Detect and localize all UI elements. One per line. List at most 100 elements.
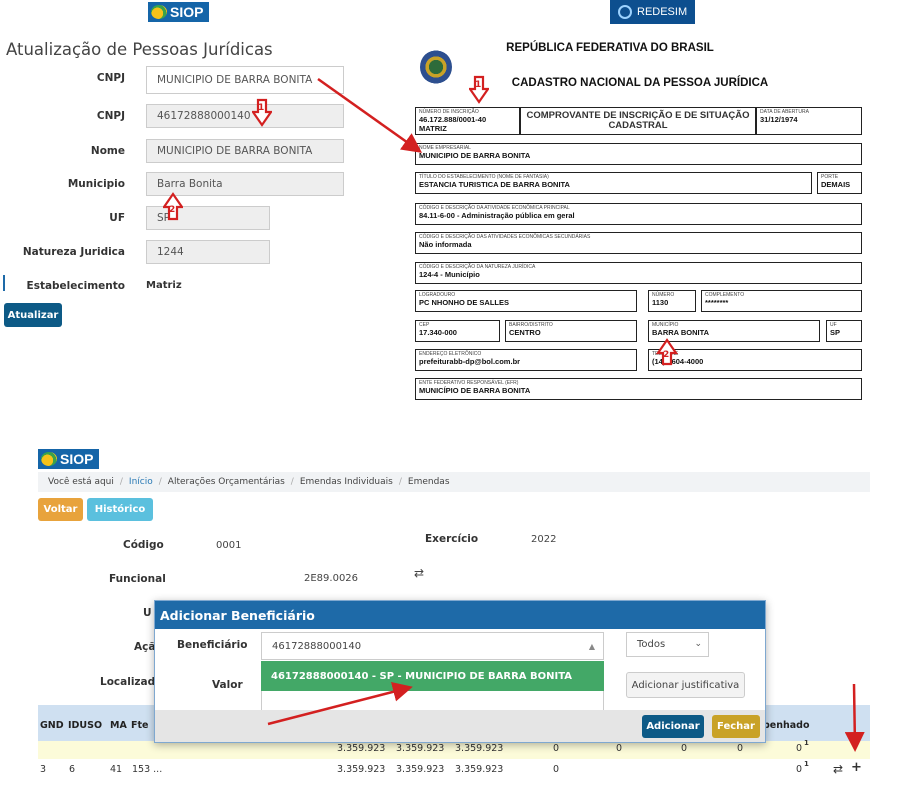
breadcrumb-emendas-individuais[interactable]: Emendas Individuais: [300, 477, 393, 487]
efr-value: MUNICÍPIO DE BARRA BONITA: [419, 386, 531, 395]
row1-v2: 3.359.923: [396, 743, 445, 754]
voltar-button[interactable]: Voltar: [38, 498, 83, 521]
historico-button[interactable]: Histórico: [87, 498, 153, 521]
insc-value-matriz: MATRIZ: [419, 124, 447, 133]
row1-z5: 0: [796, 743, 803, 754]
marker-number-2: 2: [169, 205, 176, 215]
row1-z3: 0: [681, 743, 688, 754]
breadcrumb-here: Você está aqui: [48, 477, 114, 487]
row2-swap-icon[interactable]: ⇄: [833, 762, 843, 776]
siop-logo-text: SIOP: [170, 4, 204, 20]
page-title: Atualização de Pessoas Jurídicas: [6, 40, 273, 59]
comprovante-title: COMPROVANTE DE INSCRIÇÃO E DE SITUAÇÃO C…: [526, 110, 750, 131]
row1-sup: 1: [804, 739, 809, 747]
row2-fte: 153 ...: [132, 764, 163, 775]
row1-v1: 3.359.923: [337, 743, 386, 754]
receipt-box-complemento: COMPLEMENTO ********: [701, 290, 862, 312]
row2-plus-icon[interactable]: +: [851, 760, 862, 775]
cnpj-search-input[interactable]: MUNICIPIO DE BARRA BONITA: [146, 66, 344, 94]
row2-sup: 1: [804, 760, 809, 768]
acao-label: Açã: [134, 641, 156, 653]
breadcrumb: Você está aqui / Início / Alterações Orçam…: [38, 472, 870, 492]
siop-logo-bottom-text: SIOP: [60, 451, 94, 467]
row2-ma: 41: [110, 764, 123, 775]
receipt-box-email: ENDEREÇO ELETRÔNICO prefeiturabb-dp@bol.…: [415, 349, 637, 371]
nome-value: MUNICIPIO DE BARRA BONITA: [419, 151, 531, 160]
cnpj-field: 46172888000140: [146, 104, 344, 128]
receipt-box-atividade: CÓDIGO E DESCRIÇÃO DA ATIVIDADE ECONÔMIC…: [415, 203, 862, 225]
th-fte: Fte: [131, 720, 149, 731]
atividade-value: 84.11-6-00 - Administração pública em ge…: [419, 211, 575, 220]
receipt-box-bairro: BAIRRO/DISTRITO CENTRO: [505, 320, 637, 342]
funcional-label: Funcional: [109, 573, 166, 585]
localizador-label: Localizad: [100, 676, 156, 688]
adicionar-justificativa-button[interactable]: Adicionar justificativa: [626, 672, 745, 698]
natureza-field: 1244: [146, 240, 270, 264]
receipt-box-secundarias: CÓDIGO E DESCRIÇÃO DAS ATIVIDADES ECONÔM…: [415, 232, 862, 254]
exercicio-value: 2022: [531, 534, 557, 545]
field-label-municipio: Municipio: [67, 178, 125, 190]
abertura-value: 31/12/1974: [760, 115, 798, 124]
redesim-logo: REDESIM: [610, 0, 696, 24]
receipt-box-comprovante: COMPROVANTE DE INSCRIÇÃO E DE SITUAÇÃO C…: [520, 107, 756, 135]
beneficiario-dropdown-option[interactable]: 46172888000140 - SP - MUNICIPIO DE BARRA…: [261, 661, 604, 691]
natureza-value: 124-4 - Município: [419, 270, 480, 279]
uf-value: SP: [830, 328, 841, 337]
todos-select-value: Todos: [637, 639, 666, 650]
breadcrumb-inicio[interactable]: Início: [129, 477, 153, 487]
receipt-header-republica: REPÚBLICA FEDERATIVA DO BRASIL: [506, 42, 714, 54]
field-label-uf: UF: [109, 212, 125, 224]
marker-number-1: 1: [258, 103, 265, 113]
swap-icon[interactable]: ⇄: [414, 566, 424, 580]
row2-z5: 0: [796, 764, 803, 775]
complemento-value: ********: [705, 298, 729, 307]
th-empenhado: penhado: [763, 720, 810, 731]
receipt-box-numero: NÚMERO 1130: [648, 290, 696, 312]
th-gnd: GND: [40, 720, 64, 731]
row1-z4: 0: [737, 743, 744, 754]
codigo-value: 0001: [216, 540, 242, 551]
row2-v1: 3.359.923: [337, 764, 386, 775]
bairro-value: CENTRO: [509, 328, 541, 337]
chevron-down-icon: ⌄: [694, 639, 702, 649]
siop-sun-icon: [151, 5, 167, 19]
insc-value: 46.172.888/0001-40: [419, 115, 487, 124]
receipt-box-logradouro: LOGRADOURO PC NHONHO DE SALLES: [415, 290, 637, 312]
siop-logo-bottom: SIOP: [38, 449, 100, 469]
estabelecimento-value: Matriz: [146, 280, 182, 291]
receipt-box-telefone: TELEFONE (14) 3604-4000: [648, 349, 862, 371]
row2-iduso: 6: [69, 764, 76, 775]
beneficiario-select-value: 46172888000140: [272, 640, 362, 652]
receipt-box-fantasia: TÍTULO DO ESTABELECIMENTO (NOME DE FANTA…: [415, 172, 812, 194]
field-label-cnpj: CNPJ: [96, 110, 125, 122]
email-value: prefeiturabb-dp@bol.com.br: [419, 357, 521, 366]
caret-up-icon: ▲: [588, 642, 595, 651]
brasil-coat-of-arms-icon: [420, 50, 452, 84]
exercicio-label: Exercício: [425, 533, 479, 545]
row2-gnd: 3: [40, 764, 47, 775]
table-row-1: [38, 741, 870, 759]
uo-label: U: [143, 607, 152, 619]
receipt-box-nome: NOME EMPRESARIAL MUNICIPIO DE BARRA BONI…: [415, 143, 862, 165]
receipt-marker-number-2: 2: [663, 350, 670, 360]
secundarias-value: Não informada: [419, 240, 472, 249]
todos-select[interactable]: Todos ⌄: [626, 632, 709, 657]
breadcrumb-alteracoes[interactable]: Alterações Orçamentárias: [168, 477, 285, 487]
th-ma: MA: [110, 720, 127, 731]
beneficiario-select[interactable]: 46172888000140 ▲: [261, 632, 604, 660]
redesim-logo-text: REDESIM: [637, 6, 688, 18]
cep-value: 17.340-000: [419, 328, 457, 337]
field-label-cnpj-search: CNPJ: [96, 72, 125, 84]
receipt-box-uf: UF SP: [826, 320, 862, 342]
row1-z1: 0: [553, 743, 560, 754]
breadcrumb-emendas: Emendas: [407, 477, 450, 487]
adicionar-button[interactable]: Adicionar: [642, 715, 704, 738]
receipt-header-cadastro: CADASTRO NACIONAL DA PESSOA JURÍDICA: [511, 77, 769, 89]
row1-v3: 3.359.923: [455, 743, 504, 754]
receipt-box-efr: ENTE FEDERATIVO RESPONSÁVEL (EFR) MUNICÍ…: [415, 378, 862, 400]
nome-field: MUNICIPIO DE BARRA BONITA: [146, 139, 344, 163]
valor-label: Valor: [212, 679, 243, 691]
atualizar-button[interactable]: Atualizar: [4, 303, 62, 327]
field-label-estabelecimento: Estabelecimento: [26, 280, 125, 292]
fechar-button[interactable]: Fechar: [712, 715, 760, 738]
